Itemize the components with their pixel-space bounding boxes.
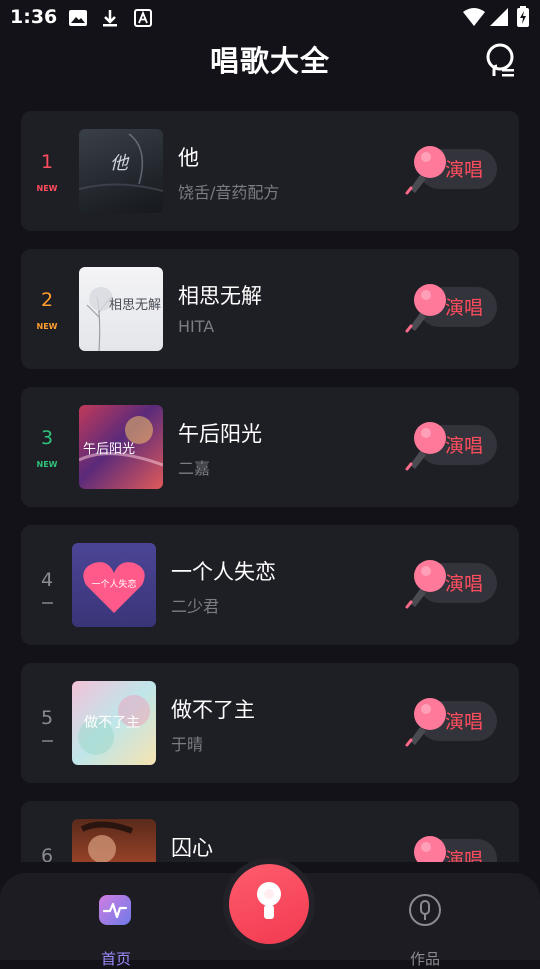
song-title: 囚心	[171, 836, 213, 860]
rank-number: 5	[40, 707, 54, 729]
song-title: 午后阳光	[178, 422, 262, 446]
sing-button[interactable]: 演唱	[401, 697, 513, 747]
sing-label: 演唱	[445, 159, 484, 181]
song-title: 一个人失恋	[171, 560, 276, 584]
record-button[interactable]	[223, 858, 315, 950]
status-time: 1:36	[10, 6, 58, 28]
new-badge: NEW	[36, 322, 58, 331]
album-cover: 一个人失恋	[72, 543, 156, 627]
rank-number: 3	[40, 427, 54, 449]
song-artist: 二嘉	[178, 459, 211, 478]
song-card[interactable]: 5 做不了主 做不了主 于晴 演唱	[21, 663, 519, 783]
microphone-icon	[257, 882, 281, 919]
microphone-icon	[405, 284, 446, 333]
rank-number: 6	[40, 845, 54, 862]
cover-title: 做不了主	[84, 715, 140, 731]
sing-label: 演唱	[445, 711, 484, 733]
song-card[interactable]: 6 囚心 演唱	[21, 801, 519, 862]
album-cover	[72, 819, 156, 862]
cover-title: 午后阳光	[83, 442, 135, 457]
microphone-icon	[405, 560, 446, 609]
song-title: 相思无解	[178, 284, 262, 308]
sing-button[interactable]: 演唱	[401, 559, 513, 609]
song-artist: 二少君	[171, 597, 220, 616]
font-icon	[134, 9, 152, 27]
song-list[interactable]: 1 NEW 他 他 饶舌/音药配方 演唱 2 NEW 相思无解 相思无解 HIT…	[0, 100, 540, 862]
image-icon	[69, 10, 87, 26]
song-card[interactable]: 4 一个人失恋 一个人失恋 二少君 演唱	[21, 525, 519, 645]
microphone-icon	[405, 146, 446, 195]
download-icon	[103, 10, 117, 27]
status-bar: 1:36	[0, 0, 540, 36]
song-card[interactable]: 2 NEW 相思无解 相思无解 HITA 演唱	[21, 249, 519, 369]
album-cover: 相思无解	[79, 267, 163, 351]
song-title: 做不了主	[171, 698, 255, 722]
page-title: 唱歌大全	[209, 44, 330, 78]
cover-title: 他	[110, 153, 130, 174]
sing-button[interactable]: 演唱	[401, 421, 513, 471]
rank-unchanged-indicator	[42, 602, 53, 604]
tab-home[interactable]: 首页	[83, 893, 149, 968]
record-button-face	[229, 864, 309, 944]
wifi-icon	[463, 8, 485, 26]
song-artist: 饶舌/音药配方	[178, 183, 280, 202]
tab-works[interactable]: 作品	[392, 893, 458, 968]
song-card[interactable]: 1 NEW 他 他 饶舌/音药配方 演唱	[21, 111, 519, 231]
rank-number: 4	[40, 569, 54, 591]
new-badge: NEW	[36, 184, 58, 193]
works-mic-icon	[409, 894, 441, 926]
cover-title: 相思无解	[109, 298, 161, 313]
new-badge: NEW	[36, 460, 58, 469]
sing-label: 演唱	[445, 297, 484, 319]
song-title: 他	[178, 146, 199, 170]
song-artist: 于晴	[171, 735, 204, 754]
sing-button[interactable]: 演唱	[401, 145, 513, 195]
profile-icon[interactable]	[484, 42, 518, 78]
rank-number: 2	[40, 289, 54, 311]
rank-number: 1	[40, 151, 54, 173]
song-artist: HITA	[178, 317, 215, 336]
signal-icon	[490, 8, 508, 26]
sing-label: 演唱	[445, 573, 484, 595]
sing-label: 演唱	[445, 435, 484, 457]
album-cover: 做不了主	[72, 681, 156, 765]
tab-home-label: 首页	[100, 950, 131, 968]
song-card[interactable]: 3 NEW 午后阳光 午后阳光 二嘉 演唱	[21, 387, 519, 507]
battery-charging-icon	[517, 6, 529, 27]
sing-button[interactable]: 演唱	[401, 283, 513, 333]
sing-button[interactable]: 演唱	[401, 835, 513, 862]
tab-works-label: 作品	[409, 950, 440, 968]
album-cover: 他	[79, 129, 163, 213]
microphone-icon	[405, 422, 446, 471]
rank-unchanged-indicator	[42, 740, 53, 742]
sing-label: 演唱	[445, 849, 484, 862]
home-pulse-icon	[99, 895, 131, 925]
microphone-icon	[414, 836, 446, 862]
album-cover: 午后阳光	[79, 405, 163, 489]
microphone-icon	[405, 698, 446, 747]
cover-title: 一个人失恋	[91, 578, 136, 590]
